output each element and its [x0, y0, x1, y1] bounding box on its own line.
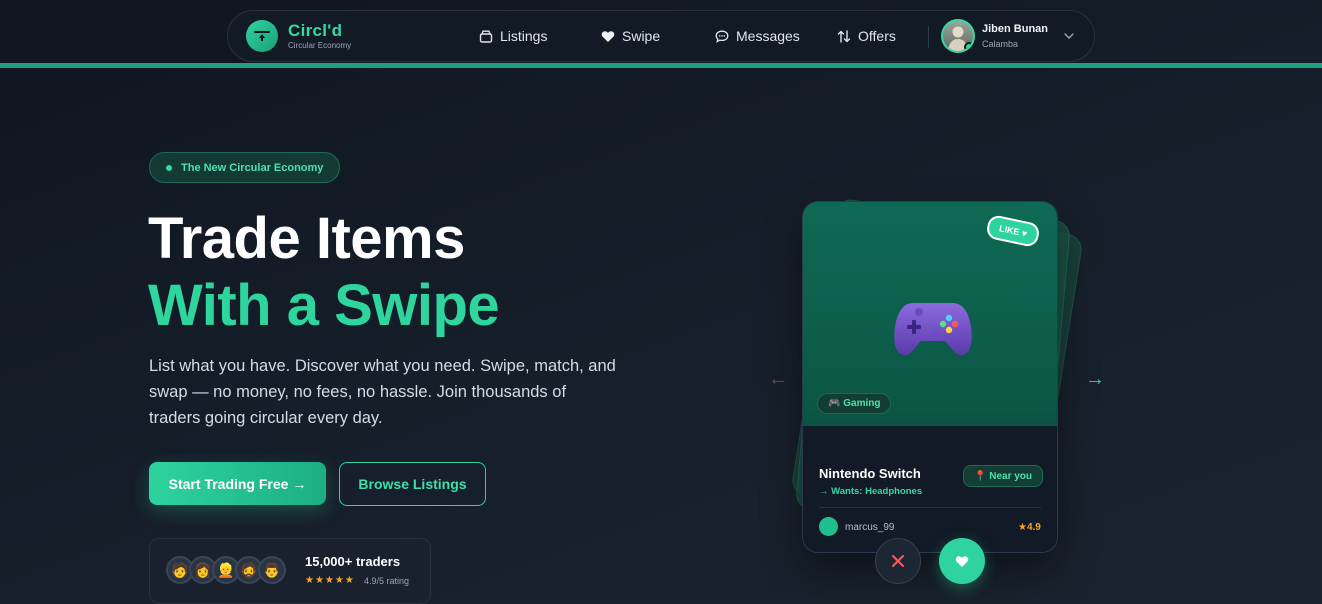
heart-icon	[601, 30, 615, 42]
user-location: Calamba	[982, 38, 1019, 49]
like-tag: LIKE ♥	[985, 213, 1042, 249]
hero-title-line1: Trade Items	[148, 206, 465, 271]
online-status-dot	[964, 42, 973, 51]
trader-avatar: 👨	[258, 556, 286, 584]
nav-item-messages[interactable]: Messages	[715, 28, 800, 44]
seller-rating: ★4.9	[1018, 522, 1041, 533]
hero-badge: The New Circular Economy	[149, 152, 341, 183]
badge-dot-icon	[166, 164, 172, 171]
hero-description: List what you have. Discover what you ne…	[149, 357, 616, 427]
nav-item-label: Listings	[500, 28, 548, 44]
avatar	[941, 19, 975, 53]
swap-icon	[837, 29, 851, 43]
brand-logo[interactable]: Circl'd Circular Economy	[246, 20, 351, 52]
trader-avatars: 🧑 👩 👱 🧔 👨	[166, 556, 286, 584]
hero-title-line2: With a Swipe	[148, 273, 500, 338]
seller-avatar	[819, 517, 838, 536]
brand-tagline: Circular Economy	[288, 40, 352, 50]
browse-listings-button[interactable]: Browse Listings	[339, 462, 486, 506]
like-button[interactable]	[939, 538, 985, 584]
card-wants: → Wants: Headphones	[819, 486, 923, 497]
nav-item-label: Offers	[858, 28, 896, 44]
card-title: Nintendo Switch	[819, 466, 921, 481]
gamepad-icon	[894, 303, 972, 356]
recycle-logo-icon	[246, 20, 278, 52]
chevron-down-icon	[1064, 32, 1074, 39]
header-accent-bar	[0, 63, 1322, 68]
trader-count: 15,000+ traders	[305, 554, 401, 569]
nav-item-offers[interactable]: Offers	[837, 28, 896, 44]
top-nav: Circl'd Circular Economy Listings Swipe …	[227, 10, 1095, 62]
user-name: Jiben Bunan	[982, 22, 1049, 35]
box-icon	[479, 30, 493, 43]
nav-item-swipe[interactable]: Swipe	[601, 28, 660, 44]
chat-icon	[715, 30, 729, 43]
start-trading-button[interactable]: Start Trading Free →	[149, 462, 326, 505]
rating-text: 4.9/5 rating	[364, 576, 410, 586]
seller-name: marcus_99	[845, 522, 895, 533]
swipe-card[interactable]: LIKE ♥ 🎮 Gaming Nintendo Switch → Wants:…	[802, 201, 1058, 553]
category-badge: 🎮 Gaming	[817, 393, 892, 414]
prev-card-arrow-icon[interactable]: ←	[768, 368, 788, 391]
hero-badge-label: The New Circular Economy	[181, 161, 324, 174]
nav-item-label: Messages	[736, 28, 800, 44]
social-proof-card: 🧑 👩 👱 🧔 👨 15,000+ traders ★★★★★ 4.9/5 ra…	[149, 538, 431, 604]
card-image: LIKE ♥ 🎮 Gaming	[803, 202, 1057, 426]
nav-divider	[928, 26, 929, 48]
user-menu[interactable]: Jiben Bunan Calamba	[941, 19, 1074, 53]
next-card-arrow-icon[interactable]: →	[1085, 368, 1105, 391]
card-divider	[819, 507, 1041, 508]
nav-item-listings[interactable]: Listings	[479, 28, 547, 44]
nav-item-label: Swipe	[622, 28, 661, 44]
brand-name: Circl'd	[288, 20, 343, 40]
distance-badge: 📍 Near you	[963, 465, 1044, 487]
heart-icon	[955, 555, 969, 567]
close-icon	[892, 555, 904, 567]
reject-button[interactable]	[875, 538, 921, 584]
star-rating-icon: ★★★★★	[305, 575, 355, 586]
